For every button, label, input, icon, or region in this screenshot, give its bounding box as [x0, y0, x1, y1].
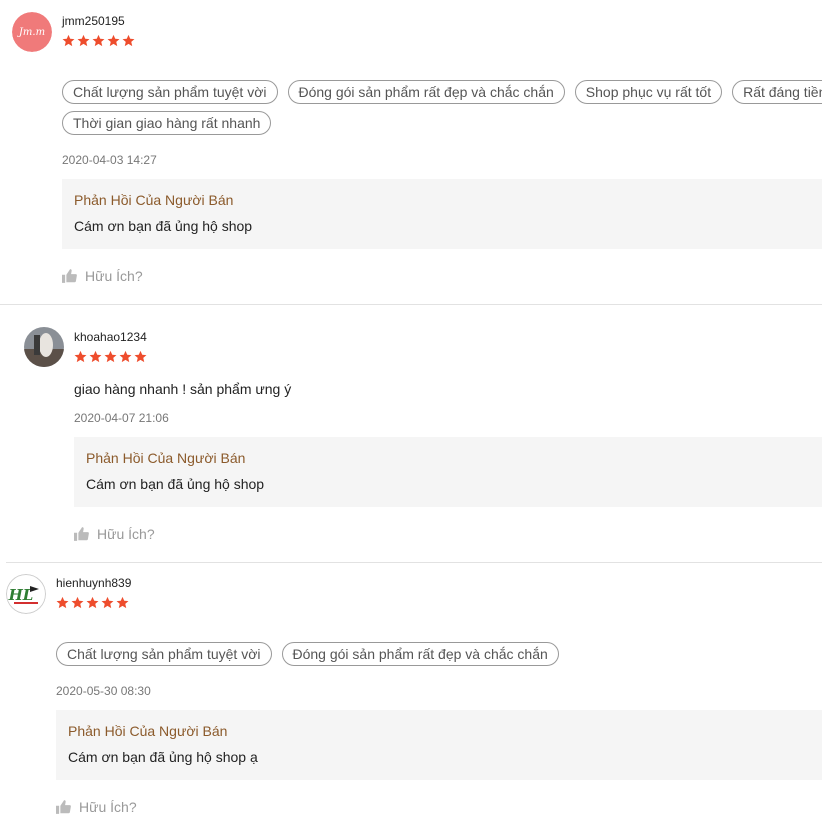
- review-item: HL hienhuynh839 Chất lượng sản phẩm tuyệ…: [0, 563, 822, 822]
- star-icon: [74, 350, 87, 363]
- seller-reply-text: Cám ơn bạn đã ủng hộ shop: [86, 476, 265, 492]
- seller-reply-title: Phản Hồi Của Người Bán: [86, 450, 246, 466]
- rating-stars: [74, 350, 147, 363]
- star-icon: [77, 34, 90, 47]
- helpful-label: Hữu Ích?: [85, 268, 143, 284]
- username[interactable]: jmm250195: [62, 14, 125, 28]
- thumbs-up-icon: [74, 527, 89, 541]
- star-icon: [116, 596, 129, 609]
- star-icon: [62, 34, 75, 47]
- helpful-label: Hữu Ích?: [97, 526, 155, 542]
- star-icon: [71, 596, 84, 609]
- avatar-image: HL: [6, 574, 46, 614]
- star-icon: [89, 350, 102, 363]
- review-item: Jm.m jmm250195 Chất lượng sản phẩm tuyệt…: [0, 0, 822, 305]
- review-comment: giao hàng nhanh ! sản phẩm ưng ý: [74, 381, 292, 397]
- review-tags-row2: Thời gian giao hàng rất nhanh: [62, 111, 822, 135]
- avatar[interactable]: Jm.m: [12, 12, 52, 52]
- review-timestamp: 2020-05-30 08:30: [56, 684, 151, 698]
- review-timestamp: 2020-04-03 14:27: [62, 153, 157, 167]
- seller-reply: Phản Hồi Của Người Bán Cám ơn bạn đã ủng…: [56, 710, 822, 780]
- star-icon: [56, 596, 69, 609]
- avatar-image: Jm.m: [12, 12, 52, 52]
- seller-reply: Phản Hồi Của Người Bán Cám ơn bạn đã ủng…: [62, 179, 822, 249]
- star-icon: [134, 350, 147, 363]
- review-tag: Thời gian giao hàng rất nhanh: [62, 111, 272, 135]
- seller-reply-text: Cám ơn bạn đã ủng hộ shop: [74, 218, 253, 234]
- review-item: khoahao1234 giao hàng nhanh ! sản phẩm ư…: [0, 305, 822, 562]
- star-icon: [122, 34, 135, 47]
- star-icon: [101, 596, 114, 609]
- review-timestamp: 2020-04-07 21:06: [74, 411, 169, 425]
- avatar[interactable]: [24, 327, 64, 367]
- avatar-logo-text: HL: [8, 586, 34, 604]
- avatar[interactable]: HL: [6, 574, 46, 614]
- star-icon: [86, 596, 99, 609]
- star-icon: [92, 34, 105, 47]
- avatar-image: [24, 327, 64, 367]
- username[interactable]: khoahao1234: [74, 330, 147, 344]
- star-icon: [104, 350, 117, 363]
- seller-reply-text: Cám ơn bạn đã ủng hộ shop ạ: [68, 749, 258, 765]
- seller-reply-title: Phản Hồi Của Người Bán: [74, 192, 234, 208]
- avatar-logo-text: Jm.m: [17, 27, 45, 38]
- review-tag: Chất lượng sản phẩm tuyệt vời: [62, 80, 278, 104]
- rating-stars: [62, 34, 135, 47]
- review-tag: Chất lượng sản phẩm tuyệt vời: [56, 642, 272, 666]
- seller-reply: Phản Hồi Của Người Bán Cám ơn bạn đã ủng…: [74, 437, 822, 507]
- review-tag: Đóng gói sản phẩm rất đẹp và chắc chắn: [281, 642, 559, 666]
- thumbs-up-icon: [56, 800, 71, 814]
- helpful-button[interactable]: Hữu Ích?: [74, 526, 155, 542]
- review-tags: Chất lượng sản phẩm tuyệt vời Đóng gói s…: [56, 642, 822, 666]
- star-icon: [107, 34, 120, 47]
- star-icon: [119, 350, 132, 363]
- review-tags: Chất lượng sản phẩm tuyệt vời Đóng gói s…: [62, 80, 822, 104]
- thumbs-up-icon: [62, 269, 77, 283]
- helpful-button[interactable]: Hữu Ích?: [56, 799, 137, 815]
- review-tag: Rất đáng tiền: [732, 80, 822, 104]
- helpful-label: Hữu Ích?: [79, 799, 137, 815]
- helpful-button[interactable]: Hữu Ích?: [62, 268, 143, 284]
- review-tag: Đóng gói sản phẩm rất đẹp và chắc chắn: [287, 80, 565, 104]
- rating-stars: [56, 596, 129, 609]
- review-tag: Shop phục vụ rất tốt: [574, 80, 723, 104]
- seller-reply-title: Phản Hồi Của Người Bán: [68, 723, 228, 739]
- username[interactable]: hienhuynh839: [56, 576, 131, 590]
